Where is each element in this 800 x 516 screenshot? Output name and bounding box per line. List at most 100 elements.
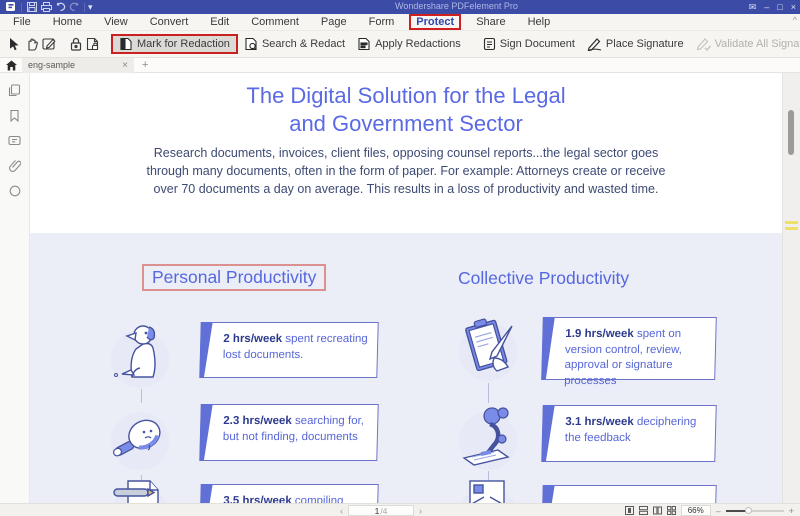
annotation-marker [785, 227, 798, 230]
sign-document-label: Sign Document [499, 38, 575, 50]
menu-file[interactable]: File [2, 15, 42, 29]
previous-page-icon[interactable]: ‹ [340, 506, 343, 516]
app-logo-icon [5, 1, 17, 13]
titlebar: ▾ Wondershare PDFelement Pro ✉ – □ × [0, 0, 800, 14]
thumbnails-icon[interactable] [7, 83, 22, 98]
zoom-slider[interactable] [725, 504, 784, 516]
menu-convert[interactable]: Convert [139, 15, 200, 29]
document-title-line2: and Government Sector [289, 111, 523, 136]
sign-document-button[interactable]: Sign Document [477, 35, 581, 53]
zoom-level-input[interactable]: 66% [680, 505, 711, 516]
envelope-illustration [450, 473, 526, 503]
titlebar-divider [21, 2, 22, 12]
view-zoom-controls: 66% – + [624, 504, 794, 516]
menu-form[interactable]: Form [358, 15, 406, 29]
titlebar-divider [84, 2, 85, 12]
document-canvas[interactable]: The Digital Solution for the Legal and G… [30, 73, 782, 503]
single-page-view-icon[interactable] [624, 506, 634, 515]
stat-value: 2 hrs/week [223, 333, 283, 345]
next-page-icon[interactable]: › [419, 506, 422, 516]
menu-home[interactable]: Home [42, 15, 93, 29]
apply-redactions-label: Apply Redactions [375, 38, 461, 50]
home-tab-icon[interactable] [0, 60, 22, 71]
remove-security-icon[interactable] [86, 35, 99, 53]
document-title-line1: The Digital Solution for the Legal [246, 83, 566, 108]
collapse-toolbar-icon[interactable]: ^ [793, 15, 797, 25]
stat-value: 2.3 hrs/week [223, 415, 292, 427]
current-page: 1 [374, 505, 380, 516]
toolbar-customize-caret-icon[interactable]: ▾ [88, 1, 93, 13]
magnifier-illustration [102, 401, 178, 477]
save-icon[interactable] [26, 1, 38, 13]
scrollbar-thumb[interactable] [788, 110, 794, 155]
comments-icon[interactable] [7, 133, 22, 148]
toolbar: Mark for Redaction Search & Redact Apply… [0, 31, 800, 58]
zoom-in-icon[interactable]: + [789, 506, 794, 516]
grid-view-icon[interactable] [666, 506, 676, 515]
new-tab-icon[interactable]: + [142, 59, 148, 71]
password-lock-icon[interactable] [70, 35, 82, 53]
stat-banner: 1.9 hrs/week spent on version control, r… [541, 317, 717, 387]
apply-redactions-button[interactable]: Apply Redactions [351, 35, 467, 53]
total-pages: /4 [380, 505, 388, 516]
page-number-input[interactable]: 1 /4 [348, 505, 414, 516]
tab-close-icon[interactable]: × [122, 60, 128, 71]
paper-pencil-illustration [102, 473, 178, 503]
menu-view[interactable]: View [93, 15, 139, 29]
zoom-out-icon[interactable]: – [716, 506, 721, 516]
undo-icon[interactable] [54, 1, 66, 13]
validate-all-signatures-button[interactable]: Validate All Signatures [690, 35, 800, 53]
place-signature-button[interactable]: Place Signature [581, 35, 690, 53]
feedback-envelope-icon[interactable]: ✉ [749, 1, 757, 13]
page-navigation: ‹ 1 /4 › [340, 504, 422, 516]
zoom-slider-handle[interactable] [744, 507, 752, 514]
select-tool-icon[interactable] [8, 35, 21, 53]
continuous-view-icon[interactable] [638, 506, 648, 515]
close-button[interactable]: × [791, 1, 796, 13]
search-redact-button[interactable]: Search & Redact [238, 35, 351, 53]
menu-page[interactable]: Page [310, 15, 358, 29]
stat-value: 3.5 hrs/week [223, 495, 292, 503]
document-intro-paragraph: Research documents, invoices, client fil… [146, 146, 666, 196]
stat-banner: 2 hrs/week spent recreating lost documen… [199, 322, 379, 378]
tab-label: eng-sample [28, 60, 76, 70]
menu-protect[interactable]: Protect [409, 14, 462, 30]
annotation-marker [785, 221, 798, 224]
menu-share[interactable]: Share [465, 15, 516, 29]
menu-comment[interactable]: Comment [240, 15, 310, 29]
maximize-button[interactable]: □ [777, 1, 782, 13]
stat-banner: 2.3 hrs/week searching for, but not find… [199, 404, 379, 461]
vertical-scrollbar[interactable] [782, 73, 800, 503]
collective-productivity-heading: Collective Productivity [458, 268, 630, 288]
bookmarks-icon[interactable] [7, 108, 22, 123]
main-area: The Digital Solution for the Legal and G… [0, 73, 800, 503]
mark-for-redaction-button[interactable]: Mark for Redaction [111, 34, 238, 54]
menu-help[interactable]: Help [517, 15, 562, 29]
tab-eng-sample[interactable]: eng-sample × [22, 57, 134, 73]
personal-productivity-heading-redaction-mark[interactable]: Personal Productivity [142, 264, 327, 291]
stat-value: 3.1 hrs/week [565, 416, 634, 428]
search-redact-label: Search & Redact [261, 38, 346, 50]
validate-all-signatures-label: Validate All Signatures [714, 38, 800, 50]
redo-icon[interactable] [68, 1, 80, 13]
window-title: Wondershare PDFelement Pro [395, 1, 518, 11]
clipboard-pen-illustration [450, 310, 526, 386]
dog-illustration [102, 313, 178, 389]
place-signature-label: Place Signature [605, 38, 684, 50]
statusbar: ‹ 1 /4 › 66% – + [0, 503, 800, 516]
menu-edit[interactable]: Edit [199, 15, 240, 29]
two-page-view-icon[interactable] [652, 506, 662, 515]
stat-banner [541, 485, 717, 503]
pdfelement-window: ▾ Wondershare PDFelement Pro ✉ – □ × Fil… [0, 0, 800, 516]
stamps-icon[interactable] [7, 183, 22, 198]
left-panel-bar [0, 73, 30, 503]
menubar: File Home View Convert Edit Comment Page… [0, 14, 800, 31]
edit-note-icon[interactable] [42, 35, 56, 53]
mark-for-redaction-label: Mark for Redaction [137, 38, 230, 50]
print-icon[interactable] [40, 1, 52, 13]
stat-banner: 3.5 hrs/week compiling different [199, 484, 379, 503]
minimize-button[interactable]: – [764, 1, 769, 13]
stat-value: 1.9 hrs/week [565, 328, 634, 340]
attachments-icon[interactable] [7, 158, 22, 173]
hand-tool-icon[interactable] [25, 35, 38, 53]
